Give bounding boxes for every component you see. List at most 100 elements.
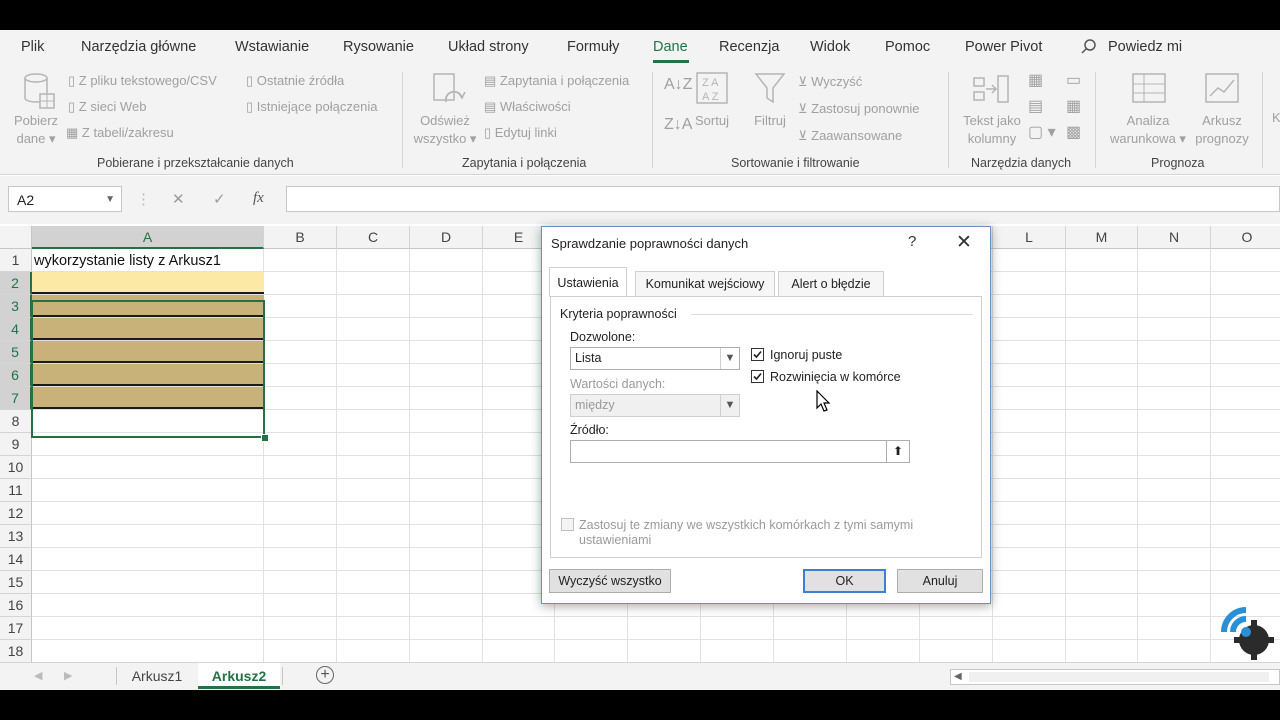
what-if-button[interactable]: Analiza warunkowa ▾: [1106, 112, 1190, 148]
tab-next-icon[interactable]: ▶: [64, 669, 72, 682]
row-header-8[interactable]: 8: [0, 410, 32, 433]
chevron-down-icon[interactable]: ▼: [720, 395, 739, 416]
search-icon[interactable]: [1080, 38, 1098, 56]
select-all-corner[interactable]: [0, 226, 32, 249]
menu-narzedzia-glowne[interactable]: Narzędzia główne: [81, 39, 196, 55]
row-header-1[interactable]: 1: [0, 249, 32, 272]
chevron-down-icon[interactable]: ▼: [720, 348, 739, 369]
ok-button[interactable]: OK: [803, 569, 886, 593]
cell-a6[interactable]: [32, 364, 264, 386]
menu-uklad-strony[interactable]: Układ strony: [448, 39, 529, 55]
tab-input-message[interactable]: Komunikat wejściowy: [635, 271, 775, 296]
formula-input[interactable]: [286, 186, 1280, 212]
row-header-12[interactable]: 12: [0, 502, 32, 525]
cell-a5[interactable]: [32, 341, 264, 363]
refresh-all-button[interactable]: Odśwież wszystko ▾: [412, 112, 478, 148]
row-header-13[interactable]: 13: [0, 525, 32, 548]
text-to-columns-button[interactable]: Tekst jako kolumny: [958, 112, 1026, 148]
row-header-14[interactable]: 14: [0, 548, 32, 571]
menu-plik[interactable]: Plik: [21, 39, 44, 55]
menu-rysowanie[interactable]: Rysowanie: [343, 39, 414, 55]
from-text-csv[interactable]: ▯ Z pliku tekstowego/CSV: [68, 73, 217, 89]
scrollbar-thumb[interactable]: [969, 672, 1269, 682]
source-input[interactable]: ⬆: [570, 440, 910, 463]
in-cell-dropdown-checkbox[interactable]: [751, 370, 764, 383]
add-sheet-icon[interactable]: +: [316, 666, 334, 684]
column-header-a[interactable]: A: [32, 226, 264, 249]
clear-filter[interactable]: ⊻ Wyczyść: [798, 74, 862, 90]
menu-widok[interactable]: Widok: [810, 39, 850, 55]
flash-fill-icon[interactable]: ▦: [1028, 70, 1043, 90]
apply-all-checkbox[interactable]: [561, 518, 574, 531]
cell-a4[interactable]: [32, 318, 264, 340]
cell-a1[interactable]: wykorzystanie listy z Arkusz1: [34, 250, 221, 272]
ribbon-overflow[interactable]: K: [1272, 110, 1280, 125]
row-header-7[interactable]: 7: [0, 387, 32, 410]
relationships-icon[interactable]: ▦: [1066, 96, 1081, 116]
row-header-9[interactable]: 9: [0, 433, 32, 456]
row-header-2[interactable]: 2: [0, 272, 32, 295]
filter-button[interactable]: Filtruj: [748, 112, 792, 130]
help-icon[interactable]: ?: [908, 233, 916, 250]
forecast-sheet-button[interactable]: Arkusz prognozy: [1192, 112, 1252, 148]
column-header-m[interactable]: M: [1066, 226, 1138, 249]
ignore-blank-checkbox[interactable]: [751, 348, 764, 361]
row-header-11[interactable]: 11: [0, 479, 32, 502]
sort-az-icon[interactable]: A↓Z: [664, 76, 692, 94]
row-header-3[interactable]: 3: [0, 295, 32, 318]
close-icon[interactable]: ✕: [956, 231, 972, 254]
from-web[interactable]: ▯ Z sieci Web: [68, 99, 146, 115]
data-validation-icon[interactable]: ▢ ▾: [1028, 122, 1056, 142]
sort-za-icon[interactable]: Z↓A: [664, 116, 692, 134]
tell-me-search[interactable]: Powiedz mi: [1108, 39, 1182, 55]
menu-power-pivot[interactable]: Power Pivot: [965, 39, 1042, 55]
from-table[interactable]: ▦ Z tabeli/zakresu: [66, 125, 174, 141]
data-model-icon[interactable]: ▩: [1066, 122, 1081, 142]
menu-pomoc[interactable]: Pomoc: [885, 39, 930, 55]
cell-a7[interactable]: [32, 387, 264, 409]
column-header-d[interactable]: D: [410, 226, 483, 249]
row-header-6[interactable]: 6: [0, 364, 32, 387]
menu-recenzja[interactable]: Recenzja: [719, 39, 779, 55]
row-header-5[interactable]: 5: [0, 341, 32, 364]
data-select[interactable]: między ▼: [570, 394, 740, 417]
sheet-tab-arkusz1[interactable]: Arkusz1: [118, 663, 196, 689]
column-header-c[interactable]: C: [337, 226, 410, 249]
menu-dane[interactable]: Dane: [653, 39, 688, 55]
advanced-filter[interactable]: ⊻ Zaawansowane: [798, 128, 902, 144]
tab-settings[interactable]: Ustawienia: [549, 267, 627, 297]
column-header-n[interactable]: N: [1138, 226, 1211, 249]
confirm-entry-icon[interactable]: ✓: [213, 190, 226, 208]
name-box[interactable]: A2 ▼: [8, 186, 122, 212]
row-header-10[interactable]: 10: [0, 456, 32, 479]
edit-links[interactable]: ▯ Edytuj linki: [484, 125, 557, 141]
consolidate-icon[interactable]: ▭: [1066, 70, 1081, 90]
remove-duplicates-icon[interactable]: ▤: [1028, 96, 1043, 116]
cancel-button[interactable]: Anuluj: [897, 569, 983, 593]
menu-wstawianie[interactable]: Wstawianie: [235, 39, 309, 55]
row-header-4[interactable]: 4: [0, 318, 32, 341]
sort-button[interactable]: Sortuj: [690, 112, 734, 130]
row-header-15[interactable]: 15: [0, 571, 32, 594]
tab-error-alert[interactable]: Alert o błędzie: [778, 271, 884, 296]
fill-handle[interactable]: [261, 434, 269, 442]
recent-sources[interactable]: ▯ Ostatnie źródła: [246, 73, 344, 89]
horizontal-scrollbar[interactable]: ◀: [950, 669, 1280, 685]
cell-a2[interactable]: [32, 272, 264, 294]
clear-all-button[interactable]: Wyczyść wszystko: [549, 569, 671, 593]
get-data-button[interactable]: Pobierz dane ▾: [8, 112, 64, 148]
column-header-o[interactable]: O: [1211, 226, 1280, 249]
row-header-17[interactable]: 17: [0, 617, 32, 640]
range-select-icon[interactable]: ⬆: [886, 441, 909, 462]
cell-a3[interactable]: [32, 295, 264, 317]
formula-bar-splitter[interactable]: ⋮: [136, 190, 151, 208]
chevron-down-icon[interactable]: ▼: [105, 187, 115, 213]
insert-function-icon[interactable]: fx: [253, 190, 264, 207]
row-header-16[interactable]: 16: [0, 594, 32, 617]
column-header-l[interactable]: L: [993, 226, 1066, 249]
allow-select[interactable]: Lista ▼: [570, 347, 740, 370]
tab-prev-icon[interactable]: ◀: [34, 669, 42, 682]
cancel-entry-icon[interactable]: ✕: [172, 190, 185, 208]
scroll-left-icon[interactable]: ◀: [954, 671, 962, 682]
queries-connections[interactable]: ▤ Zapytania i połączenia: [484, 73, 629, 89]
